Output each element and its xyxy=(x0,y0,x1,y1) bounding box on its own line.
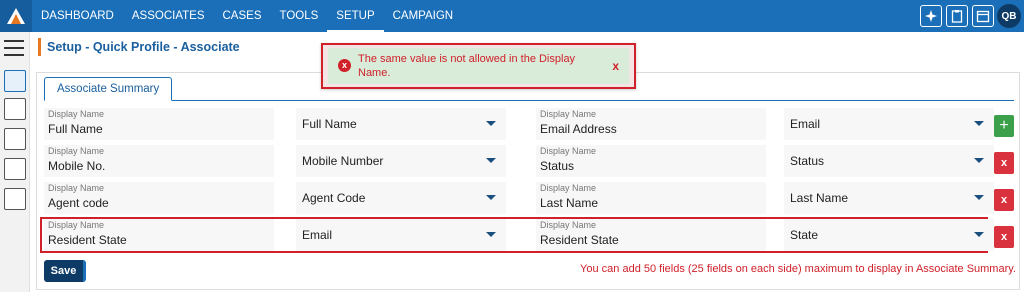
user-icon[interactable] xyxy=(4,128,26,150)
right-display-name-field[interactable]: Display Name Status xyxy=(536,145,766,177)
field-value: Email Address xyxy=(540,122,617,136)
delete-row-button[interactable]: x xyxy=(994,152,1014,174)
field-value: Agent code xyxy=(48,196,109,210)
dropdown-arrow-icon xyxy=(974,195,984,200)
main-menu: DASHBOARD ASSOCIATES CASES TOOLS SETUP C… xyxy=(32,0,462,32)
dropdown-arrow-icon xyxy=(974,121,984,126)
field-caption: Display Name xyxy=(540,220,597,230)
field-value: Last Name xyxy=(540,196,599,210)
dropdown-arrow-icon xyxy=(486,195,496,200)
left-display-name-field[interactable]: Display Name Agent code xyxy=(44,182,274,214)
left-display-name-field[interactable]: Display Name Full Name xyxy=(44,108,274,140)
left-field-select[interactable]: Agent Code xyxy=(296,182,506,214)
field-row: Display Name Agent code Agent Code Displ… xyxy=(44,182,994,216)
left-field-select[interactable]: Email xyxy=(296,219,506,251)
top-toolbar xyxy=(920,5,994,27)
right-field-select[interactable]: Email xyxy=(784,108,994,140)
calendar-icon[interactable] xyxy=(972,5,994,27)
field-caption: Display Name xyxy=(540,109,597,119)
left-field-select[interactable]: Mobile Number xyxy=(296,145,506,177)
select-value: State xyxy=(790,228,819,242)
dropdown-arrow-icon xyxy=(486,232,496,237)
field-value: Resident State xyxy=(48,233,127,247)
nav-associates[interactable]: ASSOCIATES xyxy=(123,0,214,32)
left-sidebar xyxy=(0,32,30,292)
dropdown-arrow-icon xyxy=(486,158,496,163)
field-value: Resident State xyxy=(540,233,619,247)
add-row-button[interactable]: + xyxy=(994,115,1014,137)
delete-row-button[interactable]: x xyxy=(994,226,1014,248)
tab-divider xyxy=(44,100,1014,101)
alert-body: x The same value is not allowed in the D… xyxy=(328,48,629,84)
app-logo[interactable] xyxy=(0,0,32,32)
field-caption: Display Name xyxy=(48,146,105,156)
right-display-name-field[interactable]: Display Name Resident State xyxy=(536,219,766,251)
field-row: Display Name Mobile No. Mobile Number Di… xyxy=(44,145,994,179)
user-avatar[interactable]: QB xyxy=(997,4,1021,28)
select-value: Agent Code xyxy=(302,191,366,205)
x-circle-icon: x xyxy=(338,59,351,72)
left-display-name-field[interactable]: Display Name Mobile No. xyxy=(44,145,274,177)
logo-icon xyxy=(7,8,25,24)
field-row: Display Name Resident State Email Displa… xyxy=(44,219,994,253)
error-alert: x The same value is not allowed in the D… xyxy=(321,43,636,89)
delete-row-button[interactable]: x xyxy=(994,189,1014,211)
clipboard-icon[interactable] xyxy=(946,5,968,27)
field-caption: Display Name xyxy=(48,183,105,193)
nav-cases[interactable]: CASES xyxy=(214,0,271,32)
dropdown-arrow-icon xyxy=(974,158,984,163)
nav-setup[interactable]: SETUP xyxy=(327,0,384,32)
top-nav-bar: DASHBOARD ASSOCIATES CASES TOOLS SETUP C… xyxy=(0,0,1024,32)
field-limit-note: You can add 50 fields (25 fields on each… xyxy=(580,263,1016,275)
sparkle-icon[interactable] xyxy=(920,5,942,27)
content-panel xyxy=(36,72,1020,290)
field-value: Full Name xyxy=(48,122,103,136)
id-card-icon[interactable] xyxy=(4,98,26,120)
select-value: Email xyxy=(790,117,821,131)
right-field-select[interactable]: Status xyxy=(784,145,994,177)
alert-message: The same value is not allowed in the Dis… xyxy=(358,53,576,79)
nav-tools[interactable]: TOOLS xyxy=(271,0,328,32)
tab-associate-summary[interactable]: Associate Summary xyxy=(44,77,173,101)
save-button[interactable]: Save xyxy=(44,260,86,282)
profile-list-icon[interactable] xyxy=(4,70,26,92)
right-field-select[interactable]: State xyxy=(784,219,994,251)
field-caption: Display Name xyxy=(48,109,105,119)
page-title: Setup - Quick Profile - Associate xyxy=(38,38,240,56)
select-value: Mobile Number xyxy=(302,154,384,168)
field-row: Display Name Full Name Full Name Display… xyxy=(44,108,994,142)
nav-dashboard[interactable]: DASHBOARD xyxy=(32,0,123,32)
select-value: Last Name xyxy=(790,191,849,205)
left-display-name-field[interactable]: Display Name Resident State xyxy=(44,219,274,251)
right-display-name-field[interactable]: Display Name Email Address xyxy=(536,108,766,140)
field-caption: Display Name xyxy=(48,220,105,230)
right-field-select[interactable]: Last Name xyxy=(784,182,994,214)
hamburger-menu-icon[interactable] xyxy=(4,40,24,61)
form-icon[interactable] xyxy=(4,188,26,210)
right-display-name-field[interactable]: Display Name Last Name xyxy=(536,182,766,214)
field-caption: Display Name xyxy=(540,183,597,193)
left-field-select[interactable]: Full Name xyxy=(296,108,506,140)
close-alert-button[interactable]: x xyxy=(612,59,619,73)
field-value: Mobile No. xyxy=(48,159,106,173)
select-value: Email xyxy=(302,228,333,242)
monitor-icon[interactable] xyxy=(4,158,26,180)
field-value: Status xyxy=(540,159,575,173)
field-caption: Display Name xyxy=(540,146,597,156)
select-value: Status xyxy=(790,154,825,168)
dropdown-arrow-icon xyxy=(974,232,984,237)
nav-campaign[interactable]: CAMPAIGN xyxy=(384,0,463,32)
dropdown-arrow-icon xyxy=(486,121,496,126)
select-value: Full Name xyxy=(302,117,357,131)
